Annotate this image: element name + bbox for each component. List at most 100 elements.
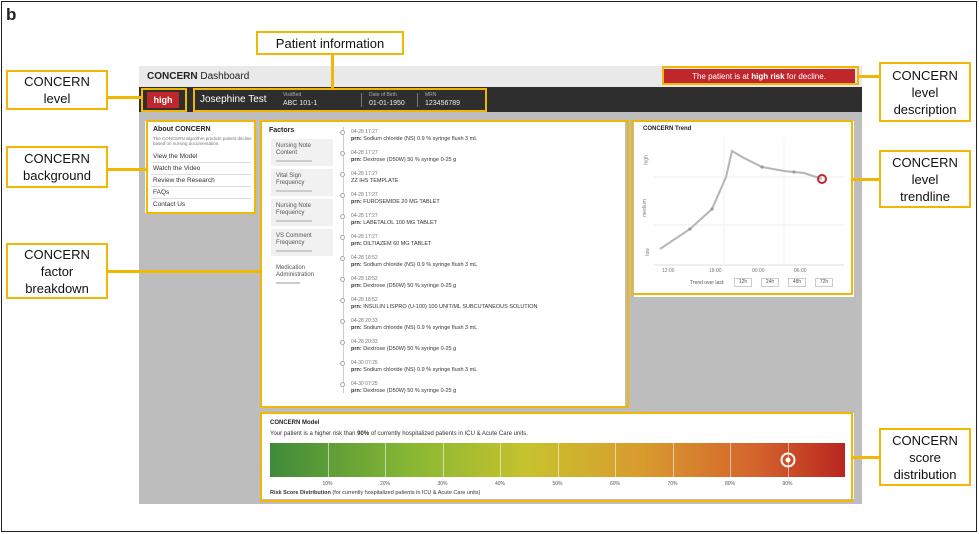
event-description: prn: LABETALOL 100 MG TABLET bbox=[351, 220, 438, 226]
patient-name: Josephine Test bbox=[200, 94, 267, 105]
scale-label: 70% bbox=[667, 481, 678, 487]
scale-divider bbox=[557, 443, 559, 477]
event-time: 04-30 07:25 bbox=[351, 360, 378, 366]
factor-vital-sign-frequency[interactable]: Vital Sign Frequency bbox=[271, 169, 333, 196]
factors-title: Factors bbox=[269, 127, 295, 134]
dob-field: Date of Birth 01-01-1950 bbox=[369, 92, 405, 107]
callout-concern-background: CONCERN background bbox=[6, 146, 108, 188]
timeline-dot bbox=[340, 151, 345, 156]
event-time: 04-28 17:27 bbox=[351, 213, 378, 219]
scale-label: 50% bbox=[552, 481, 563, 487]
separator bbox=[361, 93, 362, 107]
connector-line bbox=[107, 96, 142, 99]
about-link-contact[interactable]: Contact Us bbox=[153, 201, 185, 208]
event-time: 04-28 17:27 bbox=[351, 234, 378, 240]
connector-line bbox=[851, 178, 880, 181]
patient-position-marker bbox=[780, 452, 795, 468]
event-description: prn: Sodium chloride (NS) 0.9 % syringe … bbox=[351, 325, 478, 331]
concern-level-badge: high bbox=[147, 92, 179, 108]
timeline-dot bbox=[340, 193, 345, 198]
event-time: 04-28 17:27 bbox=[351, 129, 378, 135]
event-description: ZZ IHS TEMPLATE bbox=[351, 178, 399, 184]
scale-divider bbox=[442, 443, 444, 477]
trend-card: CONCERN Trend high medium low 12:00 18:0… bbox=[634, 121, 854, 297]
timeline-dot bbox=[340, 214, 345, 219]
timeline-dot bbox=[340, 235, 345, 240]
event-description: prn: DILTIAZEM 60 MG TABLET bbox=[351, 241, 432, 247]
timeline-dot bbox=[340, 361, 345, 366]
scale-label: 20% bbox=[379, 481, 391, 487]
top-bar: CONCERN Dashboard The patient is at high… bbox=[139, 66, 862, 87]
about-title: About CONCERN bbox=[153, 126, 211, 133]
trend-range-label: Trend over last: bbox=[690, 280, 725, 286]
divider bbox=[151, 198, 251, 199]
timeline-dot bbox=[340, 319, 345, 324]
trend-12h-button[interactable]: 12h bbox=[734, 278, 752, 287]
event-time: 04-28 17:27 bbox=[351, 192, 378, 198]
callout-score-distribution: CONCERN score distribution bbox=[879, 428, 971, 486]
trend-x-tick: 18:00 bbox=[709, 268, 722, 274]
connector-line bbox=[107, 270, 261, 273]
event-time: 04-30 07:25 bbox=[351, 381, 378, 387]
scale-divider bbox=[500, 443, 501, 477]
about-description: The CONCERN algorithm predicts patient d… bbox=[153, 136, 252, 146]
event-description: prn: Dextrose (D50W) 50 % syringe 0-25 g bbox=[351, 346, 457, 352]
divider bbox=[151, 186, 251, 187]
patient-bar: high Josephine Test VisitBed ABC 101-1 Da… bbox=[139, 87, 862, 112]
trend-level-medium: medium bbox=[641, 199, 648, 217]
event-time: 04-28 18:52 bbox=[351, 255, 378, 261]
divider bbox=[151, 174, 251, 175]
timeline-dot bbox=[340, 172, 345, 177]
scale-divider bbox=[672, 443, 674, 477]
scale-label: 10% bbox=[322, 481, 333, 487]
scale-label: 60% bbox=[609, 481, 621, 487]
trend-title: CONCERN Trend bbox=[643, 126, 692, 132]
callout-concern-factor-breakdown: CONCERN factor breakdown bbox=[6, 243, 108, 299]
event-description: prn: FUROSEMIDE 20 MG TABLET bbox=[351, 199, 440, 205]
factors-card: Factors Nursing Note Content Vital Sign … bbox=[261, 121, 625, 406]
timeline-dot bbox=[340, 382, 345, 387]
event-description: prn: INSULIN LISPRO (U-100) 100 UNIT/ML … bbox=[351, 304, 538, 310]
trend-24h-button[interactable]: 24h bbox=[761, 278, 779, 287]
trend-72h-button[interactable]: 72h bbox=[815, 278, 833, 287]
factor-nursing-note-frequency[interactable]: Nursing Note Frequency bbox=[271, 199, 333, 226]
about-link-faqs[interactable]: FAQs bbox=[153, 189, 169, 196]
about-card: About CONCERN The CONCERN algorithm pred… bbox=[145, 121, 255, 213]
about-link-research[interactable]: Review the Research bbox=[153, 177, 215, 184]
connector-line bbox=[857, 75, 880, 78]
scale-divider bbox=[327, 443, 329, 477]
timeline-dot bbox=[340, 340, 345, 345]
timeline-dot bbox=[340, 277, 345, 282]
event-time: 04-28 20:33 bbox=[351, 318, 378, 324]
mrn-field: MRN 123456789 bbox=[425, 92, 461, 107]
about-link-watch-video[interactable]: Watch the Video bbox=[153, 165, 200, 172]
separator bbox=[417, 93, 418, 107]
event-time: 04-28 20:33 bbox=[351, 339, 378, 345]
dashboard-screen: CONCERN Dashboard The patient is at high… bbox=[139, 66, 862, 504]
divider bbox=[151, 162, 251, 163]
model-title: CONCERN Model bbox=[270, 420, 320, 426]
scale-label: 30% bbox=[437, 481, 448, 487]
connector-line bbox=[851, 456, 880, 459]
callout-patient-information: Patient information bbox=[256, 31, 404, 55]
about-link-view-model[interactable]: View the Model bbox=[153, 153, 197, 160]
scale-divider bbox=[385, 443, 386, 477]
trend-48h-button[interactable]: 48h bbox=[788, 278, 806, 287]
event-time: 04-28 18:52 bbox=[351, 297, 378, 303]
event-description: prn: Sodium chloride (NS) 0.9 % syringe … bbox=[351, 262, 478, 268]
factor-medication-administration[interactable]: Medication Administration bbox=[271, 261, 333, 288]
scale-label: 90% bbox=[782, 481, 793, 487]
trend-level-low: low bbox=[644, 248, 651, 256]
scale-divider bbox=[615, 443, 616, 477]
event-description: prn: Sodium chloride (NS) 0.9 % syringe … bbox=[351, 367, 478, 373]
callout-level-description: CONCERN level description bbox=[879, 62, 971, 122]
factor-vs-comment-frequency[interactable]: VS Comment Frequency bbox=[271, 229, 333, 256]
risk-alert-banner: The patient is at high risk for decline. bbox=[663, 69, 855, 84]
scale-label: 40% bbox=[494, 481, 506, 487]
event-description: prn: Dextrose (D50W) 50 % syringe 0-25 g bbox=[351, 157, 457, 163]
factor-nursing-note-content[interactable]: Nursing Note Content bbox=[271, 139, 333, 166]
event-time: 04-28 17:27 bbox=[351, 150, 378, 156]
timeline-dot bbox=[340, 256, 345, 261]
connector-line bbox=[331, 53, 334, 89]
scale-label: 80% bbox=[724, 481, 736, 487]
